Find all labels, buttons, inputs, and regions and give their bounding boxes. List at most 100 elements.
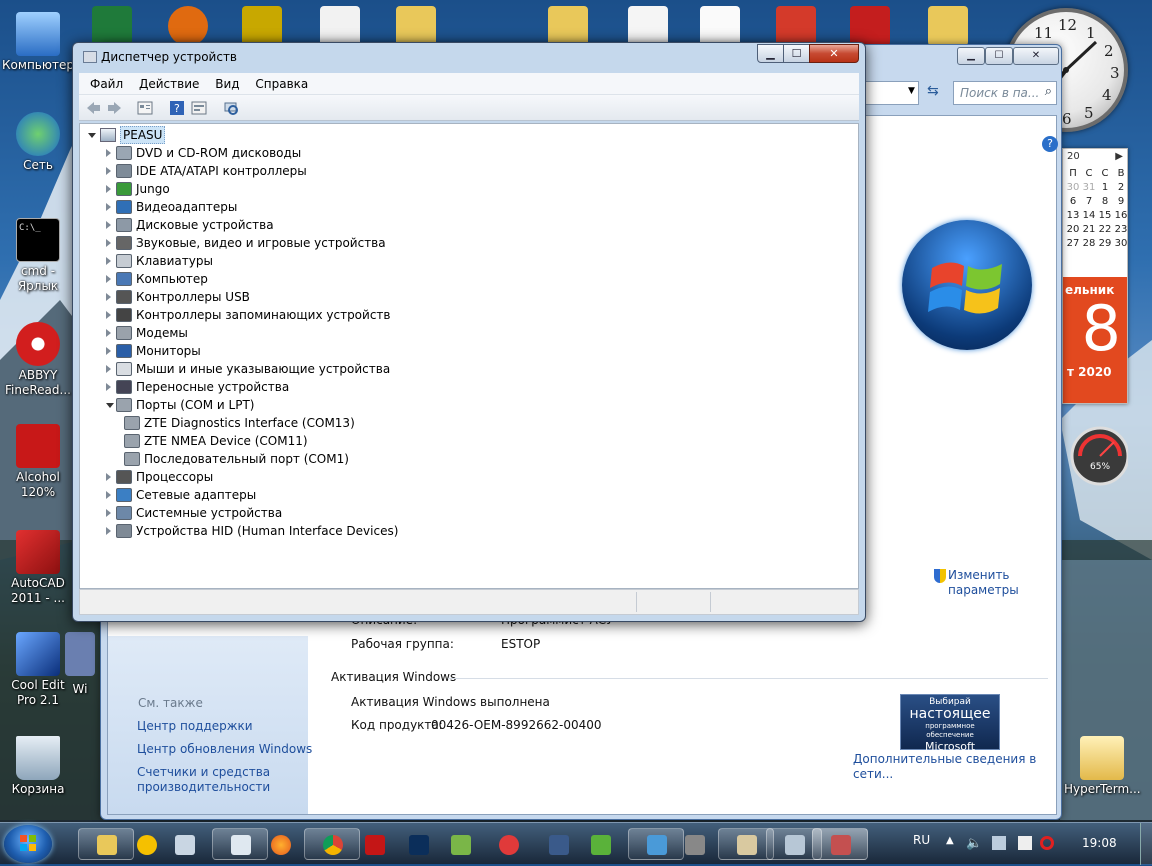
cpu-meter-gadget[interactable]: 65% [1066, 420, 1130, 500]
forward-arrow-icon[interactable] [107, 100, 123, 116]
expand-arrow-icon[interactable] [106, 329, 111, 337]
expand-arrow-icon[interactable] [106, 257, 111, 265]
expand-arrow-icon[interactable] [106, 527, 111, 535]
expand-arrow-icon[interactable] [106, 491, 111, 499]
show-desktop-button[interactable] [1140, 823, 1152, 865]
scan-hardware-icon[interactable] [223, 100, 239, 116]
start-button[interactable] [4, 825, 52, 863]
expand-arrow-icon[interactable] [106, 203, 111, 211]
expand-arrow-icon[interactable] [106, 167, 111, 175]
title-bar[interactable]: Диспетчер устройств ▁ ☐ ✕ [73, 43, 865, 71]
taskbar-app3[interactable] [586, 828, 616, 860]
properties-icon[interactable] [137, 100, 153, 116]
taskbar-app[interactable] [128, 828, 168, 860]
expand-arrow-icon[interactable] [106, 293, 111, 301]
taskbar-app5[interactable] [680, 828, 710, 860]
window-title: Диспетчер устройств [101, 50, 238, 64]
search-input[interactable]: Поиск в па... ⌕ [953, 81, 1057, 105]
game-desktop-icon[interactable] [776, 6, 816, 46]
back-arrow-icon[interactable] [85, 100, 101, 116]
help-icon[interactable]: ? [1042, 136, 1058, 152]
clock-time[interactable]: 19:08 [1082, 836, 1117, 850]
folder-desktop-icon[interactable] [928, 6, 968, 46]
opera-tray-icon[interactable] [1040, 836, 1054, 850]
desktop-icon-cmd[interactable]: C:\_ cmd - Ярлык [0, 218, 76, 294]
document-desktop-icon[interactable] [700, 6, 740, 46]
support-center-link[interactable]: Центр поддержки [137, 719, 253, 734]
minimize-button[interactable]: ▁ [957, 47, 985, 65]
collapse-arrow-icon[interactable] [88, 133, 96, 138]
address-dropdown[interactable]: ▼ [861, 81, 919, 105]
flag-tray-icon[interactable] [1018, 836, 1032, 850]
genuine-microsoft-badge[interactable]: Выбирай настоящее программное обеспечени… [900, 694, 1000, 753]
maximize-button[interactable]: ☐ [985, 47, 1013, 65]
computer-icon [116, 272, 132, 286]
expand-arrow-icon[interactable] [106, 221, 111, 229]
taskbar-explorer[interactable] [78, 828, 134, 860]
taskbar-app2[interactable] [442, 828, 482, 860]
taskbar-notepad[interactable] [212, 828, 268, 860]
close-button[interactable]: ✕ [1013, 47, 1059, 65]
menu-file[interactable]: Файл [89, 73, 124, 95]
collapse-arrow-icon[interactable] [106, 403, 114, 408]
minimize-button[interactable]: ▁ [757, 44, 784, 63]
info-desktop-icon[interactable] [168, 6, 208, 46]
language-indicator[interactable]: RU [913, 833, 930, 847]
device-manager-window[interactable]: Диспетчер устройств ▁ ☐ ✕ Файл Действие … [72, 42, 866, 622]
expand-arrow-icon[interactable] [106, 239, 111, 247]
app-icon [591, 835, 611, 855]
excel-desktop-icon[interactable] [92, 6, 132, 46]
maximize-button[interactable]: ☐ [783, 44, 810, 63]
document-desktop-icon[interactable] [320, 6, 360, 46]
expand-arrow-icon[interactable] [106, 509, 111, 517]
network-tray-icon[interactable] [992, 836, 1006, 850]
tray-expand-icon[interactable]: ▲ [946, 835, 954, 846]
taskbar-calculator[interactable] [166, 828, 206, 860]
expand-arrow-icon[interactable] [106, 311, 111, 319]
folder-desktop-icon[interactable] [548, 6, 588, 46]
taskbar-chrome[interactable] [304, 828, 360, 860]
taskbar-photoshop[interactable] [404, 828, 434, 860]
more-info-link[interactable]: Дополнительные сведения в сети... [853, 752, 1056, 782]
expand-arrow-icon[interactable] [106, 365, 111, 373]
expand-arrow-icon[interactable] [106, 185, 111, 193]
calendar-gadget[interactable]: 20 ▶ П С С В 30 31 1 2 6 7 8 9 13 14 15 … [1062, 148, 1128, 404]
help-icon[interactable]: ? [169, 100, 185, 116]
device-manager-icon [831, 835, 851, 855]
taskbar-firefox[interactable] [262, 828, 302, 860]
close-button[interactable]: ✕ [809, 44, 859, 63]
windows-update-link[interactable]: Центр обновления Windows [137, 742, 312, 757]
expand-arrow-icon[interactable] [106, 275, 111, 283]
taskbar-acrobat[interactable] [360, 828, 390, 860]
desktop-icon-autocad[interactable]: AutoCAD 2011 - ... [0, 530, 76, 606]
workgroup-label: Рабочая группа: [351, 637, 454, 651]
menu-action[interactable]: Действие [138, 73, 200, 95]
taskbar-vivaldi[interactable] [494, 828, 524, 860]
desktop-icon-partial[interactable]: Wi [60, 632, 100, 697]
app-desktop-icon[interactable] [850, 6, 890, 46]
performance-link[interactable]: Счетчики и средства производительности [137, 765, 277, 795]
calendar-next-icon[interactable]: ▶ [1115, 151, 1123, 162]
expand-arrow-icon[interactable] [106, 149, 111, 157]
app-d-desktop-icon[interactable] [242, 6, 282, 46]
desktop-icon-recycle-bin[interactable]: Корзина [0, 736, 76, 797]
desktop-icon-alcohol[interactable]: Alcohol 120% [0, 424, 76, 500]
show-hidden-icon[interactable] [191, 100, 207, 116]
desktop-icon-hyperterminal[interactable]: HyperTerm... [1064, 736, 1141, 797]
desktop-icon-computer[interactable]: Компьютер [0, 12, 76, 73]
refresh-icon[interactable]: ⇆ [923, 81, 947, 105]
desktop-icon-abbyy[interactable]: ABBYY FineRead... [0, 322, 76, 398]
folder-desktop-icon[interactable] [396, 6, 436, 46]
volume-icon[interactable]: 🔈 [966, 836, 982, 851]
taskbar-device-manager[interactable] [812, 828, 868, 860]
desktop-icon-network[interactable]: Сеть [0, 112, 76, 173]
expand-arrow-icon[interactable] [106, 383, 111, 391]
expand-arrow-icon[interactable] [106, 473, 111, 481]
menu-help[interactable]: Справка [254, 73, 309, 95]
text-file-desktop-icon[interactable] [628, 6, 668, 46]
taskbar-app4[interactable] [628, 828, 684, 860]
taskbar-floppy[interactable] [540, 828, 580, 860]
menu-view[interactable]: Вид [214, 73, 240, 95]
expand-arrow-icon[interactable] [106, 347, 111, 355]
change-settings-link[interactable]: Изменить параметры [948, 568, 1028, 598]
